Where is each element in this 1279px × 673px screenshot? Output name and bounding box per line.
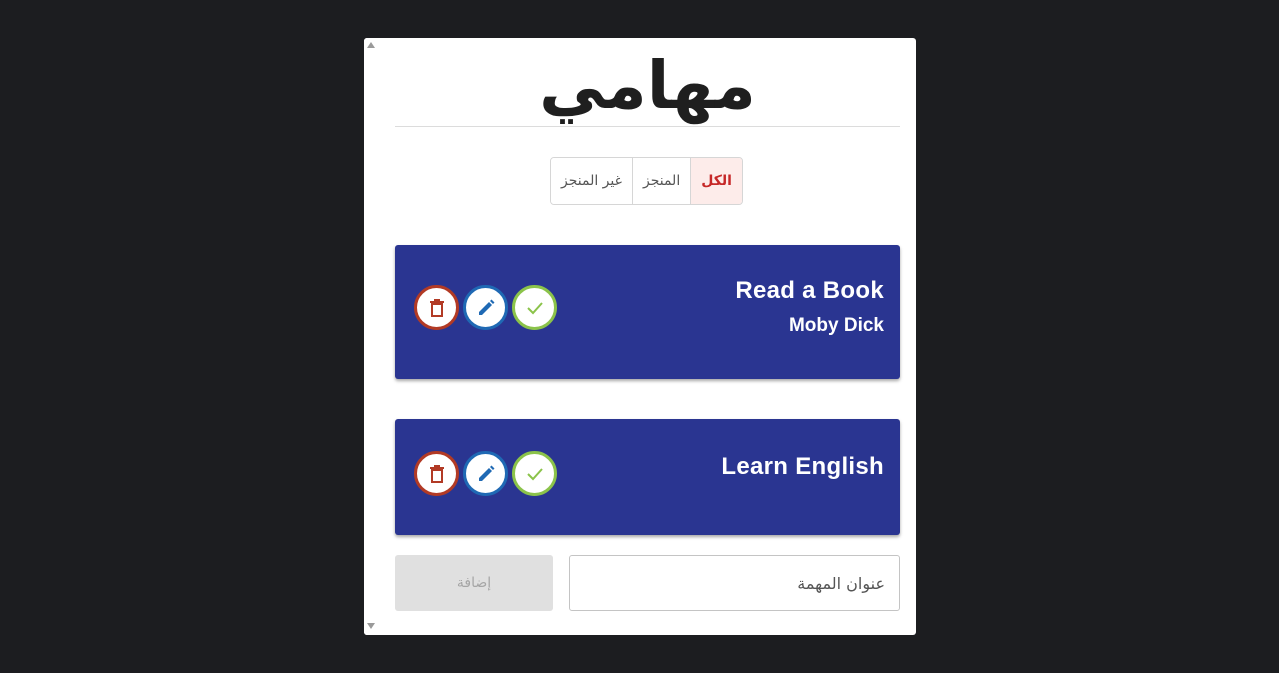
- task-title-input[interactable]: [569, 555, 900, 611]
- todo-card: Learn English: [395, 419, 900, 535]
- delete-button[interactable]: [414, 285, 459, 330]
- pencil-icon: [478, 465, 494, 481]
- todo-actions: [414, 285, 557, 330]
- filter-done-button[interactable]: المنجز: [631, 158, 691, 204]
- edit-button[interactable]: [463, 285, 508, 330]
- todo-title: Learn English: [721, 453, 884, 480]
- check-icon: [526, 467, 543, 480]
- scroll-up-arrow-icon[interactable]: [367, 42, 375, 48]
- todo-app-card: مهامي الكل المنجز غير المنجز Read a Book…: [364, 38, 916, 635]
- page-title: مهامي: [539, 47, 756, 124]
- add-task-form: إضافة: [395, 555, 900, 611]
- todo-card: Read a Book Moby Dick: [395, 245, 900, 379]
- mark-done-button[interactable]: [512, 451, 557, 496]
- filter-not-done-button[interactable]: غير المنجز: [551, 158, 632, 204]
- todo-title: Read a Book: [735, 277, 884, 304]
- todo-description: Moby Dick: [788, 315, 884, 336]
- title-divider: [395, 126, 900, 127]
- trash-icon: [429, 298, 444, 317]
- check-icon: [526, 301, 543, 314]
- add-task-button[interactable]: إضافة: [395, 555, 553, 611]
- trash-icon: [429, 464, 444, 483]
- edit-button[interactable]: [463, 451, 508, 496]
- pencil-icon: [478, 299, 494, 315]
- filter-all-button[interactable]: الكل: [690, 158, 742, 204]
- scroll-down-arrow-icon[interactable]: [367, 623, 375, 629]
- scrollbar[interactable]: [364, 38, 379, 635]
- mark-done-button[interactable]: [512, 285, 557, 330]
- todo-actions: [414, 451, 557, 496]
- delete-button[interactable]: [414, 451, 459, 496]
- filter-toggle-group: الكل المنجز غير المنجز: [550, 157, 743, 205]
